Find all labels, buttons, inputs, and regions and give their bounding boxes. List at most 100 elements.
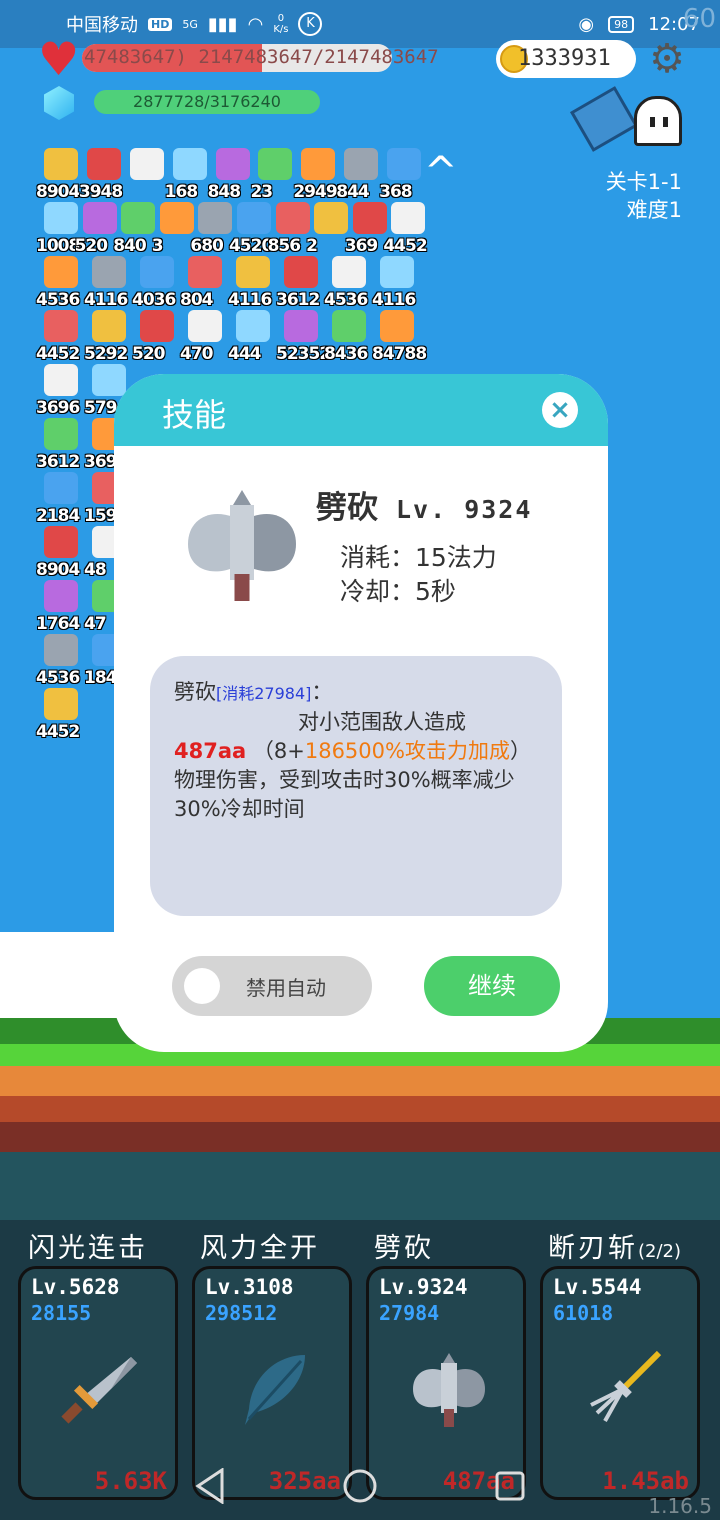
- network-label: 5G: [182, 17, 198, 31]
- item-count: 8436: [324, 344, 368, 364]
- item-icon: [44, 634, 78, 666]
- inventory-item[interactable]: 84788: [372, 308, 427, 364]
- inventory-item[interactable]: 520: [75, 200, 117, 256]
- difficulty-label: 难度1: [626, 198, 682, 222]
- inventory-item[interactable]: 2: [306, 200, 349, 256]
- desc-scaling: 186500%攻击力加成: [304, 739, 510, 763]
- inventory-item[interactable]: 1764: [36, 578, 84, 634]
- inventory-item[interactable]: 3: [151, 200, 194, 256]
- item-count: 840: [113, 236, 146, 256]
- item-count: 159: [84, 506, 117, 526]
- inventory-row: 8904 3948 168 848 23 29492 844 368: [36, 146, 422, 202]
- item-count: 856: [267, 236, 301, 256]
- signal-icon: ▮▮▮: [207, 13, 238, 35]
- heart-icon: ♥: [38, 32, 80, 86]
- inventory-item[interactable]: 680: [190, 200, 233, 256]
- inventory-item[interactable]: 4036: [132, 254, 180, 310]
- item-icon: [44, 202, 78, 234]
- item-count: 3696: [36, 398, 80, 418]
- inventory-item[interactable]: 4116: [228, 254, 276, 310]
- inventory-item[interactable]: 5292: [84, 308, 132, 364]
- item-count: 4536: [324, 290, 368, 310]
- ghost-icon[interactable]: [634, 96, 682, 146]
- continue-button[interactable]: 继续: [424, 956, 560, 1016]
- recents-icon[interactable]: [490, 1466, 530, 1506]
- item-icon: [380, 256, 414, 288]
- inventory-item[interactable]: 4452: [36, 686, 84, 742]
- eye-icon: ◉: [578, 13, 595, 35]
- inventory-item[interactable]: 4116: [372, 254, 420, 310]
- inventory-item[interactable]: 168: [164, 146, 208, 202]
- item-icon: [215, 148, 250, 180]
- inventory-item[interactable]: 52352: [276, 308, 331, 364]
- inventory-item[interactable]: 8904: [36, 146, 80, 202]
- toggle-label: 禁用自动: [246, 976, 326, 1000]
- inventory-item[interactable]: 4536: [36, 254, 84, 310]
- item-icon: [44, 364, 78, 396]
- item-icon: [82, 202, 117, 234]
- hp-text: 47483647) 2147483647/2147483647: [84, 46, 439, 68]
- inventory-item[interactable]: [122, 146, 165, 200]
- item-count: 844: [336, 182, 369, 202]
- inventory-item[interactable]: 444: [228, 308, 276, 364]
- item-count: 520: [132, 344, 165, 364]
- skill-level: Lv.5544: [553, 1275, 642, 1299]
- inventory-item[interactable]: 3612: [36, 416, 84, 472]
- inventory-item[interactable]: 368: [379, 146, 422, 202]
- inventory-item[interactable]: 369: [345, 200, 387, 256]
- inventory-item[interactable]: 856: [267, 200, 310, 256]
- item-icon: [44, 148, 78, 180]
- nav-bar: [0, 1452, 720, 1520]
- inventory-item[interactable]: 1008: [36, 200, 80, 256]
- k-icon: K: [298, 12, 323, 36]
- item-count: 168: [164, 182, 198, 202]
- item-count: 4116: [372, 290, 416, 310]
- gear-icon[interactable]: ⚙: [646, 38, 688, 80]
- desc-skill-name: 劈砍: [174, 680, 216, 704]
- feather-icon: [245, 1355, 305, 1425]
- inventory-item[interactable]: 23: [250, 146, 293, 202]
- inventory-item[interactable]: 3948: [79, 146, 123, 202]
- item-count: 3: [151, 236, 164, 256]
- inventory-item[interactable]: 840: [113, 200, 156, 256]
- inventory-row: 4536 4116 4036 804 4116 3612 4536 4116: [36, 254, 422, 310]
- chevron-up-icon[interactable]: ^: [424, 152, 458, 192]
- inventory-item[interactable]: 3696: [36, 362, 84, 418]
- map-icon[interactable]: [569, 86, 639, 152]
- item-count: 84788: [372, 344, 427, 364]
- item-icon: [188, 310, 222, 342]
- item-count: 4452: [36, 722, 80, 742]
- inventory-item[interactable]: 4536: [324, 254, 372, 310]
- inventory-item[interactable]: 844: [336, 146, 379, 202]
- item-count: 369: [84, 452, 117, 472]
- inventory-item[interactable]: 4116: [84, 254, 132, 310]
- inventory-item[interactable]: 520: [132, 308, 180, 364]
- close-icon[interactable]: ×: [542, 392, 578, 428]
- item-count: 5292: [84, 344, 128, 364]
- inventory-item[interactable]: 29492: [293, 146, 349, 202]
- item-icon: [387, 148, 422, 180]
- inventory-item[interactable]: 2184: [36, 470, 84, 526]
- back-icon[interactable]: [190, 1466, 230, 1506]
- inventory-item[interactable]: 4452: [36, 308, 84, 364]
- home-icon[interactable]: [340, 1466, 380, 1506]
- item-icon: [314, 202, 349, 234]
- skill-label-2: 风力全开: [200, 1233, 320, 1264]
- disable-auto-toggle[interactable]: 禁用自动: [172, 956, 372, 1016]
- inventory-item[interactable]: 4452: [383, 200, 428, 256]
- inventory-item[interactable]: 470: [180, 308, 228, 364]
- item-icon: [92, 256, 126, 288]
- inventory-item[interactable]: 804: [180, 254, 228, 310]
- desc-line1: 对小范围敌人造成: [298, 710, 466, 734]
- item-count: 4116: [228, 290, 272, 310]
- item-count: 8904: [36, 560, 80, 580]
- inventory-item[interactable]: 848: [208, 146, 251, 202]
- item-icon: [44, 688, 78, 720]
- inventory-item[interactable]: 8436: [324, 308, 372, 364]
- inventory-item[interactable]: 8904: [36, 524, 84, 580]
- mana-cost: 消耗：15法力: [340, 543, 497, 572]
- inventory-item[interactable]: 4520: [229, 200, 273, 256]
- skill-level: Lv.9324: [379, 1275, 468, 1299]
- inventory-item[interactable]: 4536: [36, 632, 84, 688]
- inventory-item[interactable]: 3612: [276, 254, 324, 310]
